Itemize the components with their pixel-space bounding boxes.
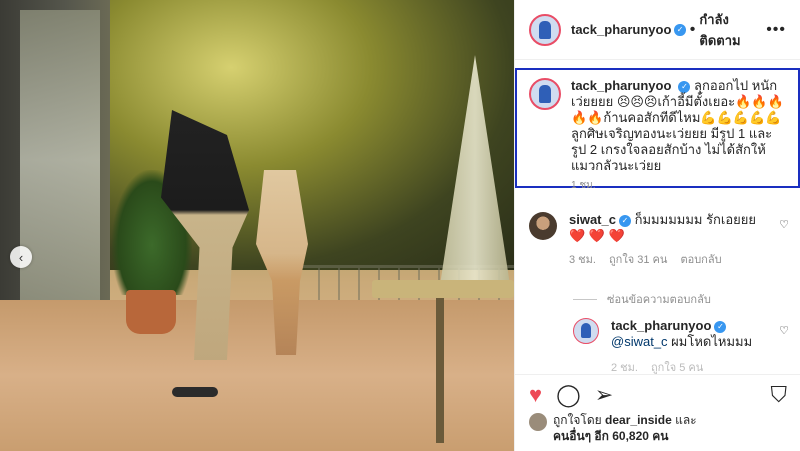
commenter-username[interactable]: siwat_c [569,212,616,227]
comment-hearts: ❤️ ❤️ ❤️ [569,228,625,243]
caption-username[interactable]: tack_pharunyoo [571,78,671,93]
author-avatar[interactable] [529,13,561,46]
reply-mention[interactable]: @siwat_c [611,334,668,349]
post-side-panel: tack_pharunyoo ✓ • กำลังติดตาม ••• tack_… [514,0,800,451]
share-icon[interactable]: ➢ [595,383,613,406]
comment-item: siwat_c ✓ ก็มมมมมมม รักเอยยย ❤️ ❤️ ❤️ 3 ช… [529,212,789,268]
like-heart-icon[interactable]: ♥ [529,383,542,406]
reply-item: tack_pharunyoo ✓ @siwat_c ผมโหดไหมมม 2 ชม… [573,318,789,376]
video-player[interactable]: ‹ [0,0,514,451]
post-header: tack_pharunyoo ✓ • กำลังติดตาม ••• [515,0,800,60]
reply-likes[interactable]: ถูกใจ 5 คน [651,362,703,374]
caption-time: 1 ชม. [571,180,596,191]
reply-avatar[interactable] [573,318,599,344]
liked-by-others[interactable]: คนอื่นๆ อีก 60,820 คน [553,429,669,443]
comment-icon[interactable]: ◯ [556,383,581,406]
like-comment-heart-icon[interactable]: ♡ [779,218,789,231]
liker-avatar[interactable] [529,413,547,431]
comment-time: 3 ชม. [569,254,596,266]
post-actions: ♥ ◯ ➢ ⛉ [515,374,800,414]
sandal [172,387,218,397]
reply-time: 2 ชม. [611,362,638,374]
commenter-avatar[interactable] [529,212,557,240]
reply-button[interactable]: ตอบกลับ [680,254,721,266]
reply-text: ผมโหดไหมมม [671,334,753,349]
author-username[interactable]: tack_pharunyoo [571,22,671,37]
comment-likes[interactable]: ถูกใจ 31 คน [609,254,667,266]
liked-by-user[interactable]: dear_inside [605,413,672,427]
replies-line [573,298,597,300]
liked-by-suffix: และ [675,413,697,427]
verified-badge-icon: ✓ [678,80,691,93]
comment-text: ก็มมมมมมม รักเอยยย [634,212,757,227]
caption-highlight-box: tack_pharunyoo ✓ ลุกออกไป หนักเว่ยยยย 😣😣😣… [515,68,800,191]
separator-dot: • [689,20,696,38]
verified-badge-icon: ✓ [618,214,631,227]
plant-pot [126,290,176,334]
glass-door [20,10,100,310]
instagram-post-view: ‹ tack_pharunyoo ✓ • กำลังติดตาม ••• tac… [0,0,800,451]
liked-by: ถูกใจโดย dear_inside และ คนอื่นๆ อีก 60,… [529,412,697,444]
table-top [372,280,514,298]
table-leg [436,298,444,443]
caption-avatar[interactable] [529,78,561,110]
caption: tack_pharunyoo ✓ ลุกออกไป หนักเว่ยยยย 😣😣😣… [571,78,790,191]
previous-arrow-icon[interactable]: ‹ [10,246,32,268]
reply-username[interactable]: tack_pharunyoo [611,318,711,333]
bookmark-icon[interactable]: ⛉ [770,383,787,406]
hide-replies-toggle[interactable]: ซ่อนข้อความตอบกลับ [573,290,711,308]
hide-replies-label: ซ่อนข้อความตอบกลับ [607,294,711,306]
more-icon[interactable]: ••• [766,21,786,39]
verified-badge-icon: ✓ [714,320,727,333]
like-reply-heart-icon[interactable]: ♡ [779,324,789,337]
following-button[interactable]: กำลังติดตาม [699,9,766,51]
liked-by-prefix: ถูกใจโดย [553,413,602,427]
verified-badge-icon: ✓ [674,23,686,36]
comment-meta: 3 ชม. ถูกใจ 31 คน ตอบกลับ [569,252,789,268]
